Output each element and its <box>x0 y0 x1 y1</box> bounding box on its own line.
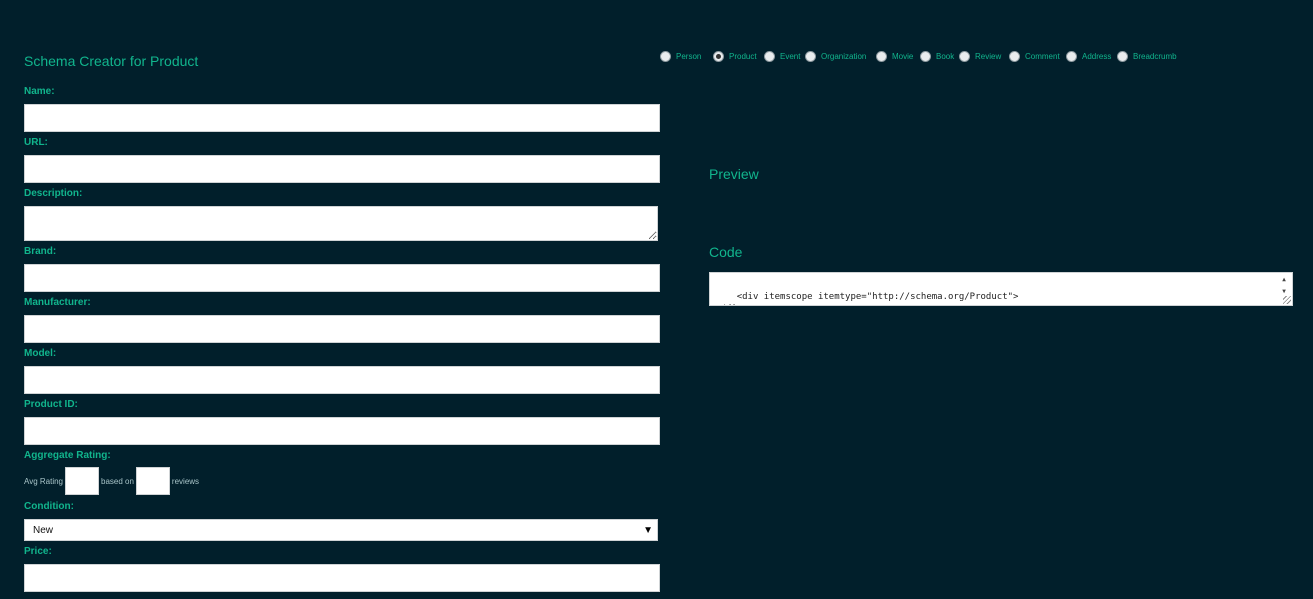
radio-circle-icon[interactable] <box>959 50 970 62</box>
radio-label-comment: Comment <box>1025 51 1060 61</box>
radio-breadcrumb[interactable]: Breadcrumb <box>1117 49 1184 63</box>
radio-circle-icon[interactable] <box>920 50 931 62</box>
condition-label: Condition: <box>24 501 74 512</box>
radio-label-review: Review <box>975 51 1002 61</box>
condition-selected-value: New <box>33 524 54 536</box>
radio-person[interactable]: Person <box>660 49 713 63</box>
radio-book[interactable]: Book <box>920 49 959 63</box>
radio-label-person: Person <box>676 51 702 61</box>
radio-circle-icon[interactable] <box>1066 50 1077 62</box>
code-textarea[interactable]: <div itemscope itemtype="http://schema.o… <box>709 272 1293 306</box>
preview-title: Preview <box>709 166 759 182</box>
radio-label-movie: Movie <box>892 51 914 61</box>
manufacturer-input[interactable] <box>24 315 660 343</box>
schema-type-selector: Person Product Event Organization Movie Book R… <box>660 49 1184 63</box>
avg-rating-label: Avg Rating <box>24 476 63 486</box>
manufacturer-label: Manufacturer: <box>24 297 91 308</box>
radio-circle-icon[interactable] <box>660 50 671 62</box>
scroll-up-icon[interactable]: ▲ <box>1282 274 1286 286</box>
resize-grip-icon[interactable] <box>1283 296 1291 304</box>
product-id-label: Product ID: <box>24 399 78 410</box>
dropdown-arrow-icon: ▼ <box>643 524 653 536</box>
price-input[interactable] <box>24 564 660 592</box>
review-count-input[interactable] <box>135 467 170 495</box>
schema-creator-page: Schema Creator for Product Name: URL: De… <box>0 0 1313 599</box>
radio-address[interactable]: Address <box>1066 49 1117 63</box>
radio-movie[interactable]: Movie <box>876 49 920 63</box>
radio-label-product: Product <box>729 51 757 61</box>
radio-label-address: Address <box>1082 51 1112 61</box>
reviews-label: reviews <box>171 476 200 486</box>
radio-circle-icon[interactable] <box>805 50 816 62</box>
radio-organization[interactable]: Organization <box>805 49 876 63</box>
description-label: Description: <box>24 188 83 199</box>
radio-product[interactable]: Product <box>713 49 764 63</box>
radio-label-organization: Organization <box>821 51 867 61</box>
url-label: URL: <box>24 137 48 148</box>
radio-circle-icon[interactable] <box>1117 50 1128 62</box>
radio-label-breadcrumb: Breadcrumb <box>1133 51 1177 61</box>
radio-selected-dot-icon <box>716 53 721 59</box>
radio-circle-icon[interactable] <box>713 50 724 62</box>
product-id-input[interactable] <box>24 417 660 445</box>
code-title: Code <box>709 244 743 260</box>
based-on-label: based on <box>101 476 134 486</box>
radio-circle-icon[interactable] <box>876 50 887 62</box>
aggregate-rating-row: Avg Rating based on reviews <box>24 467 199 495</box>
description-textarea[interactable] <box>24 206 658 241</box>
aggregate-rating-label: Aggregate Rating: <box>24 450 111 461</box>
radio-comment[interactable]: Comment <box>1009 49 1066 63</box>
radio-event[interactable]: Event <box>764 49 805 63</box>
name-label: Name: <box>24 86 55 97</box>
radio-circle-icon[interactable] <box>764 50 775 62</box>
radio-review[interactable]: Review <box>959 49 1009 63</box>
name-input[interactable] <box>24 104 660 132</box>
model-label: Model: <box>24 348 57 359</box>
model-input[interactable] <box>24 366 660 394</box>
brand-input[interactable] <box>24 264 660 292</box>
url-input[interactable] <box>24 155 660 183</box>
form-title: Schema Creator for Product <box>24 53 199 69</box>
radio-label-book: Book <box>936 51 955 61</box>
condition-select[interactable]: New ▼ <box>24 519 658 541</box>
brand-label: Brand: <box>24 246 57 257</box>
price-label: Price: <box>24 546 52 557</box>
code-content: <div itemscope itemtype="http://schema.o… <box>715 292 1019 305</box>
radio-label-event: Event <box>780 51 801 61</box>
avg-rating-input[interactable] <box>65 467 99 495</box>
radio-circle-icon[interactable] <box>1009 50 1020 62</box>
